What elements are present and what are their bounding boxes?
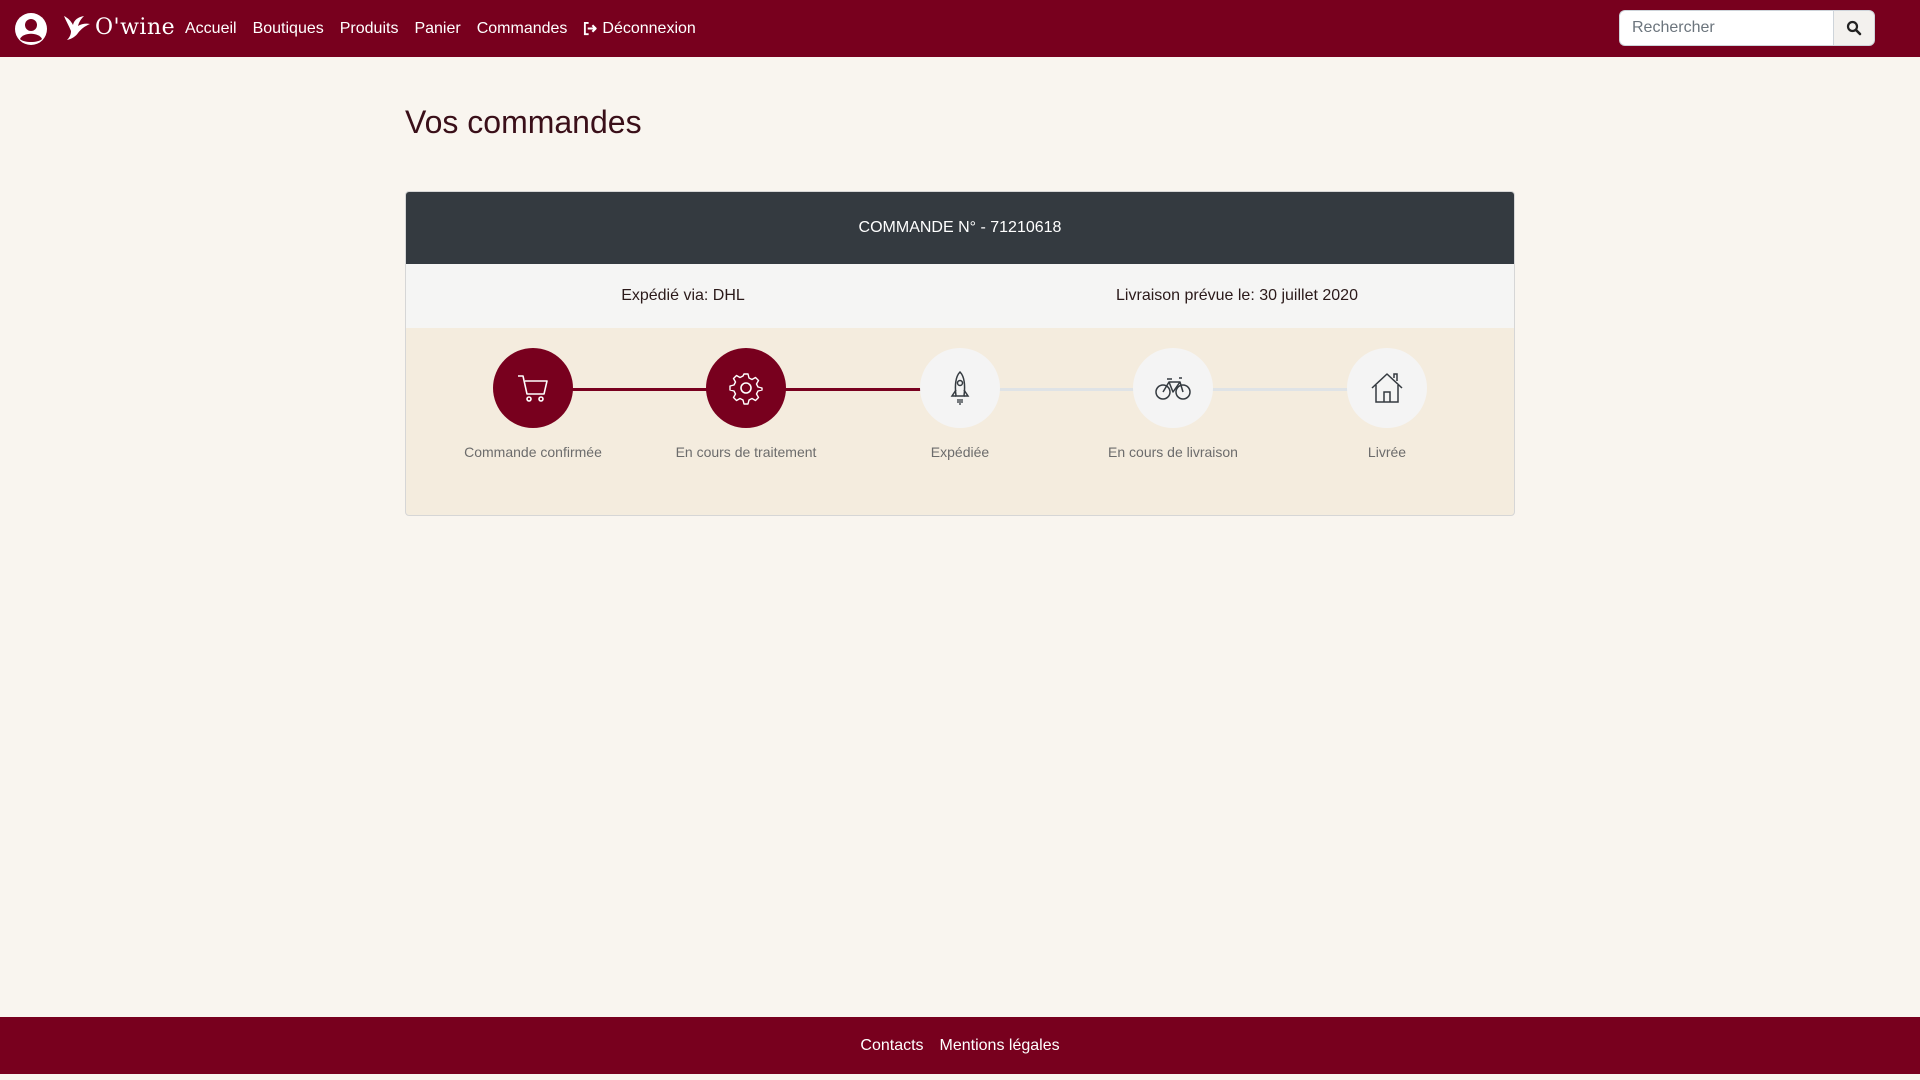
search-icon [1846, 20, 1862, 36]
step-confirmed: Commande confirmée [443, 348, 623, 460]
delivery-date: Livraison prévue le: 30 juillet 2020 [1116, 287, 1358, 304]
bicycle-icon [1155, 377, 1191, 400]
main-nav: Accueil Boutiques Produits Panier Comman… [185, 0, 712, 57]
brand-logo[interactable]: O'wine [62, 12, 175, 42]
step-label: Commande confirmée [464, 444, 602, 460]
step-label: Expédiée [930, 444, 990, 460]
nav-commandes[interactable]: Commandes [477, 20, 568, 38]
step-circle [493, 348, 573, 428]
step-processing: En cours de traitement [656, 348, 836, 460]
step-circle [920, 348, 1000, 428]
user-circle-icon[interactable] [14, 12, 48, 46]
order-tracker: Commande confirmée En cours de traitemen… [406, 328, 1514, 508]
home-icon [1371, 373, 1403, 403]
step-label: Livrée [1367, 444, 1407, 460]
sign-out-icon [584, 21, 598, 36]
shipped-via: Expédié via: DHL [621, 287, 745, 304]
navbar: O'wine Accueil Boutiques Produits Panier… [0, 0, 1920, 57]
footer-link-contacts[interactable]: Contacts [860, 1037, 923, 1055]
gear-icon [729, 373, 763, 405]
rocket-icon [950, 370, 970, 405]
nav-boutiques[interactable]: Boutiques [253, 20, 324, 38]
search-form [1619, 10, 1875, 46]
search-input[interactable] [1619, 10, 1833, 46]
brand-name: O'wine [95, 14, 176, 40]
search-button[interactable] [1833, 10, 1875, 46]
step-label: En cours de traitement [675, 444, 817, 460]
step-in-delivery: En cours de livraison [1083, 348, 1263, 460]
step-circle [706, 348, 786, 428]
step-circle [1347, 348, 1427, 428]
step-shipped: Expédiée [870, 348, 1050, 460]
order-card: COMMANDE N° - 71210618 Expédié via: DHL … [405, 191, 1515, 516]
order-header: COMMANDE N° - 71210618 [406, 192, 1514, 264]
bird-logo-icon [64, 16, 90, 40]
nav-logout[interactable]: Déconnexion [583, 19, 696, 38]
footer: Contacts Mentions légales [0, 1017, 1920, 1074]
step-label: En cours de livraison [1108, 444, 1238, 460]
step-delivered: Livrée [1297, 348, 1477, 460]
order-number: COMMANDE N° - 71210618 [858, 219, 1062, 236]
footer-link-mentions-legales[interactable]: Mentions légales [940, 1037, 1060, 1055]
page-title: Vos commandes [405, 104, 642, 140]
nav-produits[interactable]: Produits [340, 20, 399, 38]
logout-label: Déconnexion [602, 19, 696, 37]
step-circle [1133, 348, 1213, 428]
nav-accueil[interactable]: Accueil [185, 20, 237, 38]
cart-icon [518, 375, 548, 402]
nav-panier[interactable]: Panier [414, 20, 460, 38]
order-shipping-info: Expédié via: DHL Livraison prévue le: 30… [406, 264, 1514, 328]
